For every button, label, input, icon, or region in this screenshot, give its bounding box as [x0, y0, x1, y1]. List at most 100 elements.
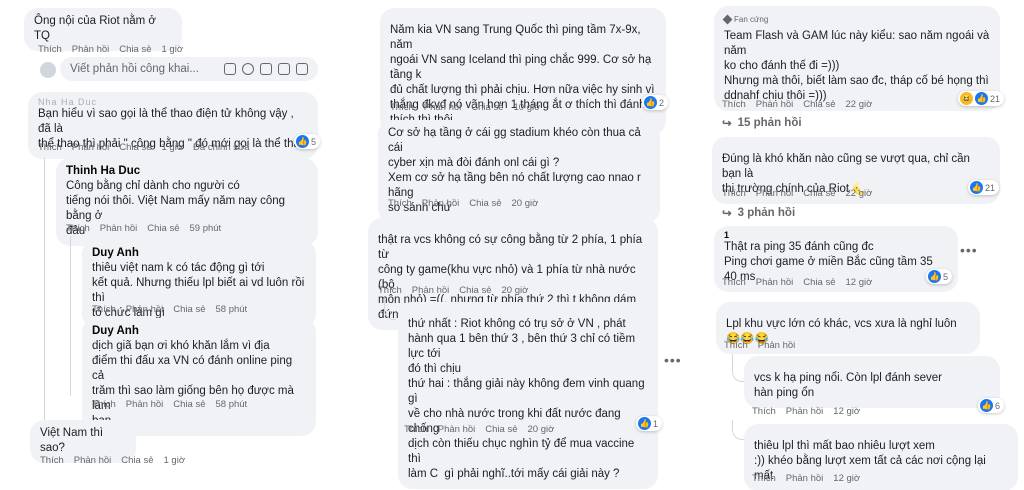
comment-time[interactable]: 20 giờ [502, 285, 529, 296]
like-button[interactable]: Thích [38, 142, 62, 153]
reply-button[interactable]: Phản hồi [438, 424, 476, 435]
comment-bubble: Fan cứng Team Flash và GAM lúc này kiểu:… [714, 6, 1000, 111]
reply-author[interactable]: ​ [408, 308, 648, 317]
reply-button[interactable]: Phản hồi [758, 340, 796, 351]
share-button[interactable]: Chia sẻ [119, 142, 151, 153]
comment-time[interactable]: 1 giờ [162, 142, 184, 153]
share-button[interactable]: Chia sẻ [173, 399, 205, 410]
reply-button[interactable]: Phản hồi [126, 304, 164, 315]
reply-button[interactable]: Phản hồi [424, 102, 462, 113]
view-replies-link[interactable]: ↪ 3 phản hồi [722, 206, 795, 220]
comment-actions: Thích Phản hồi Chia sẻ 20 giờ [378, 285, 528, 296]
comment-author[interactable]: ​ [726, 308, 970, 317]
share-button[interactable]: Chia sẻ [119, 44, 151, 55]
reply-author[interactable]: ​ [754, 430, 1008, 439]
input-tools [224, 63, 308, 75]
reply-author[interactable]: ​ [754, 362, 990, 371]
reply-button[interactable]: Phản hồi [756, 188, 794, 199]
like-button[interactable]: Thích [404, 424, 428, 435]
comment-time[interactable]: 10 giờ [514, 102, 541, 113]
share-button[interactable]: Chia sẻ [121, 455, 153, 466]
like-reaction-icon: 👍 [644, 96, 657, 109]
reply-author[interactable]: Duy Anh [92, 324, 306, 339]
sticker-alt-icon[interactable] [296, 63, 308, 75]
like-button[interactable]: Thích [722, 277, 746, 288]
comment-time[interactable]: 22 giờ [846, 99, 873, 110]
reply-time[interactable]: 58 phút [216, 399, 248, 410]
more-options-icon[interactable]: ••• [664, 352, 682, 368]
badge-label: Fan cứng [734, 15, 769, 24]
reaction-count[interactable]: 👍 5 [294, 134, 321, 149]
like-button[interactable]: Thích [752, 406, 776, 417]
reply-time[interactable]: 20 giờ [528, 424, 555, 435]
like-button[interactable]: Thích [724, 340, 748, 351]
emoji-icon[interactable] [242, 63, 254, 75]
comment-time[interactable]: 20 giờ [512, 198, 539, 209]
reply-input[interactable]: Viết phản hồi công khai... [60, 57, 318, 81]
reply-time[interactable]: 12 giờ [833, 473, 860, 484]
like-button[interactable]: Thích [388, 198, 412, 209]
comment-author[interactable]: ​ [390, 14, 656, 23]
like-button[interactable]: Thích [38, 44, 62, 55]
reply-button[interactable]: Phản hồi [412, 285, 450, 296]
reaction-count[interactable]: 👍 2 [642, 95, 669, 110]
share-button[interactable]: Chia sẻ [803, 277, 835, 288]
reaction-count[interactable]: 👍 5 [926, 269, 953, 284]
reaction-count[interactable]: 👍 1 [636, 416, 663, 431]
reply-button[interactable]: Phản hồi [72, 142, 110, 153]
reply-button[interactable]: Phản hồi [786, 473, 824, 484]
share-button[interactable]: Chia sẻ [469, 198, 501, 209]
reply-button[interactable]: Phản hồi [786, 406, 824, 417]
share-button[interactable]: Chia sẻ [147, 223, 179, 234]
like-button[interactable]: Thích [390, 102, 414, 113]
like-button[interactable]: Thích [40, 455, 64, 466]
sticker-icon[interactable] [224, 63, 236, 75]
share-button[interactable]: Chia sẻ [803, 188, 835, 199]
reaction-count[interactable]: 👍 6 [978, 398, 1005, 413]
share-button[interactable]: Chia sẻ [471, 102, 503, 113]
reply-button[interactable]: Phản hồi [72, 44, 110, 55]
camera-icon[interactable] [260, 63, 272, 75]
reaction-count[interactable]: 😆 👍 21 [958, 91, 1005, 106]
share-button[interactable]: Chia sẻ [173, 304, 205, 315]
reply-actions: Thích Phản hồi Chia sẻ 20 giờ [404, 424, 554, 435]
more-options-icon[interactable]: ••• [960, 242, 978, 258]
like-button[interactable]: Thích [378, 285, 402, 296]
reply-button[interactable]: Phản hồi [74, 455, 112, 466]
like-button[interactable]: Thích [66, 223, 90, 234]
like-button[interactable]: Thích [722, 188, 746, 199]
comment-time[interactable]: 1 giờ [162, 44, 184, 55]
like-button[interactable]: Thích [722, 99, 746, 110]
reply-time[interactable]: 58 phút [216, 304, 248, 315]
comment-actions: Thích Phản hồi Chia sẻ 1 giờ Đã chỉnh sử… [38, 142, 250, 153]
comment-author[interactable]: Nha Ha Duc [38, 98, 308, 107]
reply-button[interactable]: Phản hồi [422, 198, 460, 209]
view-replies-link[interactable]: ↪ 15 phản hồi [722, 116, 802, 130]
comment-author[interactable]: ​ [722, 143, 990, 152]
reply-button[interactable]: Phản hồi [756, 99, 794, 110]
reply-time[interactable]: 59 phút [190, 223, 222, 234]
comment-author[interactable]: ​ [378, 224, 648, 233]
share-button[interactable]: Chia sẻ [485, 424, 517, 435]
comment-text: Việt Nam thì sao? [40, 427, 107, 454]
like-button[interactable]: Thích [92, 399, 116, 410]
reply-time[interactable]: 12 giờ [833, 406, 860, 417]
view-replies-label: 3 phản hồi [737, 207, 796, 219]
reaction-number: 21 [990, 93, 1001, 104]
reply-author[interactable]: Thinh Ha Duc [66, 164, 308, 179]
reply-button[interactable]: Phản hồi [100, 223, 138, 234]
gif-icon[interactable] [278, 63, 290, 75]
reply-button[interactable]: Phản hồi [126, 399, 164, 410]
share-button[interactable]: Chia sẻ [803, 99, 835, 110]
reply-actions: Thích Phản hồi Chia sẻ 58 phút [92, 399, 247, 410]
reaction-count[interactable]: 👍 21 [968, 180, 1000, 195]
reply-button[interactable]: Phản hồi [756, 277, 794, 288]
share-button[interactable]: Chia sẻ [459, 285, 491, 296]
comment-time[interactable]: 12 giờ [846, 277, 873, 288]
like-button[interactable]: Thích [752, 473, 776, 484]
comment-time[interactable]: 1 giờ [164, 455, 186, 466]
comment-author[interactable]: 1 [724, 230, 948, 240]
like-button[interactable]: Thích [92, 304, 116, 315]
reply-author[interactable]: Duy Anh [92, 246, 306, 261]
comment-time[interactable]: 22 giờ [846, 188, 873, 199]
